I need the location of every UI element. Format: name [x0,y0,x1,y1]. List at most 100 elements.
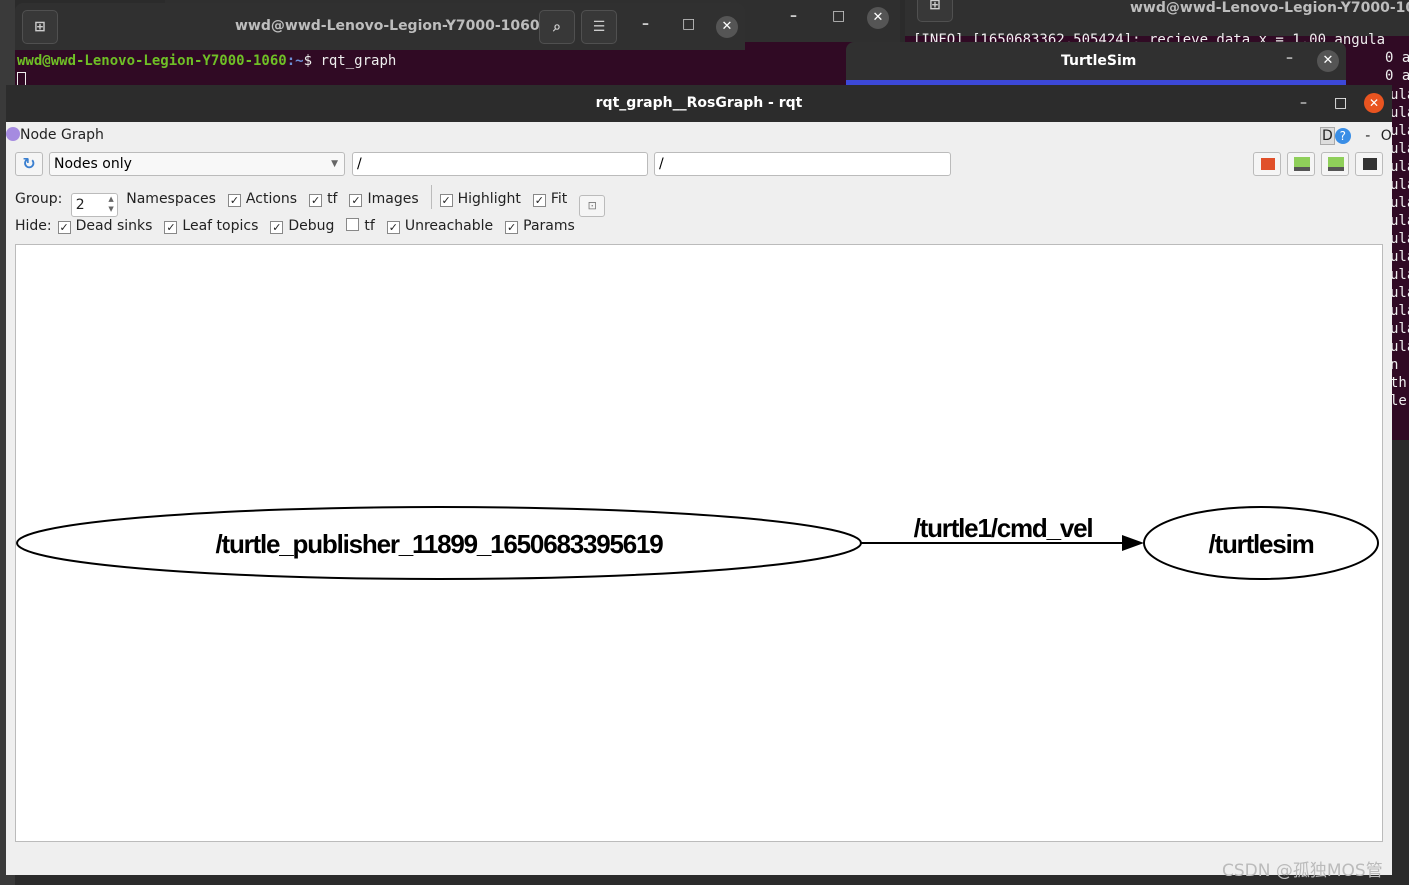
mode-select[interactable]: Nodes only ▼ [49,152,345,176]
minimize-icon[interactable]: – [790,8,797,24]
desktop-bg [1392,440,1409,885]
terminal-line: ula [1390,231,1409,247]
terminal-line: ula [1390,285,1409,301]
checkbox-fit[interactable]: ✓ Fit [532,191,568,207]
checkbox-box[interactable] [346,218,360,231]
fit-view-button[interactable]: ⊡ [579,195,606,217]
close-icon[interactable]: ✕ [867,7,889,29]
plugin-title: Node Graph [20,127,104,143]
terminal-line: th [1390,375,1407,391]
terminal-line: ula [1390,267,1409,283]
save-image-button[interactable] [1355,152,1383,176]
checkbox-box[interactable]: ✓ [532,194,546,207]
terminal-line: 0 angula [1385,50,1409,66]
terminal-line: le [1390,393,1407,409]
command-text: rqt_graph [320,53,397,69]
arrow-head-icon [1122,535,1144,551]
new-tab-icon[interactable]: ⊞ [22,10,58,44]
node-label: /turtle_publisher_11899_1650683395619 [215,529,663,559]
checkbox-label: Debug [288,218,335,234]
terminal-line: n [1390,357,1399,373]
checkbox-label: Fit [550,191,568,207]
help-icon[interactable]: ? [1334,128,1351,144]
terminal-line: ula [1390,339,1409,355]
checkbox-images[interactable]: ✓ Images [349,191,419,207]
image-icon [1363,158,1377,170]
divider [430,185,432,209]
window-title: TurtleSim [1061,53,1137,69]
spinner-arrows-icon[interactable]: ▲ ▼ [108,194,113,214]
checkbox-box[interactable]: ✓ [270,221,284,234]
close-icon[interactable]: ✕ [716,16,738,38]
terminal-line: ula [1390,87,1409,103]
terminal-line: ula [1390,141,1409,157]
checkbox-tf[interactable]: ✓ tf [309,191,337,207]
graph-canvas[interactable]: /turtle_publisher_11899_1650683395619 /t… [15,244,1383,842]
save-icon [1328,157,1344,171]
checkbox-leaf-topics[interactable]: ✓ Leaf topics [164,218,258,234]
menu-icon[interactable]: ☰ [581,10,617,44]
maximize-icon[interactable]: □ [1334,85,1347,122]
checkbox-label: tf [327,191,338,207]
terminal-line: ula [1390,303,1409,319]
prompt-user: wwd@wwd-Lenovo-Legion-Y7000-1060 [17,53,287,69]
close-plugin-button[interactable]: O [1381,128,1392,144]
checkbox-label: Images [367,191,419,207]
rqt-titlebar: rqt_graph__RosGraph - rqt – □ ✕ [6,85,1392,122]
node-label: /turtlesim [1208,529,1313,559]
prompt-path: :~ [286,53,304,69]
save-svg-button[interactable] [1321,152,1349,176]
terminal-line: ula [1390,249,1409,265]
plugin-title-bar: Node Graph [6,127,104,143]
terminal-line: ula [1390,105,1409,121]
checkbox-params[interactable]: ✓ Params [505,218,575,234]
terminal-line: ula [1390,321,1409,337]
turtlesim-window[interactable]: TurtleSim – ✕ [846,42,1346,85]
topic-filter-input[interactable]: / [654,152,951,176]
maximize-icon[interactable]: □ [682,16,695,32]
checkbox-actions[interactable]: ✓ Actions [227,191,297,207]
terminal-title: wwd@wwd-Lenovo-Legion-Y7000-1060: ~ [235,18,562,34]
close-icon[interactable]: ✕ [1317,50,1339,72]
group-spinbox[interactable]: 2 ▲ ▼ [70,193,118,217]
minimize-plugin-button[interactable]: - [1365,128,1370,144]
hide-label: Hide: [15,218,52,234]
minimize-icon[interactable]: – [1286,50,1293,66]
load-dot-button[interactable] [1253,152,1281,176]
checkbox-box[interactable]: ✓ [386,221,400,234]
search-icon[interactable]: ⌕ [539,10,575,44]
checkbox-debug[interactable]: ✓ Debug [270,218,334,234]
terminal-title: wwd@wwd-Lenovo-Legion-Y7000-1060: ~ [1130,0,1409,16]
minimize-icon[interactable]: – [642,16,649,32]
checkbox-box[interactable]: ✓ [439,194,453,207]
minimize-icon[interactable]: – [1300,85,1307,122]
refresh-button[interactable]: ↻ [15,152,43,176]
checkbox-highlight[interactable]: ✓ Highlight [439,191,521,207]
checkbox-dead-sinks[interactable]: ✓ Dead sinks [57,218,152,234]
node-filter-input[interactable]: / [352,152,648,176]
checkbox-box[interactable]: ✓ [164,221,178,234]
rqt-window: rqt_graph__RosGraph - rqt – □ ✕ Node Gra… [6,85,1392,875]
terminal-left[interactable]: ⊞ wwd@wwd-Lenovo-Legion-Y7000-1060: ~ ⌕ … [15,3,745,85]
chevron-down-icon: ▼ [331,159,338,169]
checkbox-tf[interactable]: tf [346,218,375,234]
maximize-icon[interactable]: □ [832,8,845,24]
terminal-line: ula [1390,123,1409,139]
checkbox-box[interactable]: ✓ [227,194,241,207]
checkbox-unreachable[interactable]: ✓ Unreachable [386,218,493,234]
edge-label: /turtle1/cmd_vel [914,513,1093,543]
terminal-line: ula [1390,177,1409,193]
namespaces-label[interactable]: Namespaces [126,191,216,207]
checkbox-box[interactable]: ✓ [505,221,519,234]
group-value: 2 [75,197,85,213]
checkbox-box[interactable]: ✓ [309,194,323,207]
checkbox-label: Params [523,218,575,234]
close-icon[interactable]: ✕ [1364,93,1384,113]
checkbox-box[interactable]: ✓ [349,194,363,207]
terminal-line: ula [1390,159,1409,175]
checkbox-box[interactable]: ✓ [57,221,71,234]
dock-button[interactable]: D [1320,127,1335,145]
save-icon [1294,157,1310,171]
new-tab-icon[interactable]: ⊞ [917,0,953,22]
save-dot-button[interactable] [1287,152,1315,176]
